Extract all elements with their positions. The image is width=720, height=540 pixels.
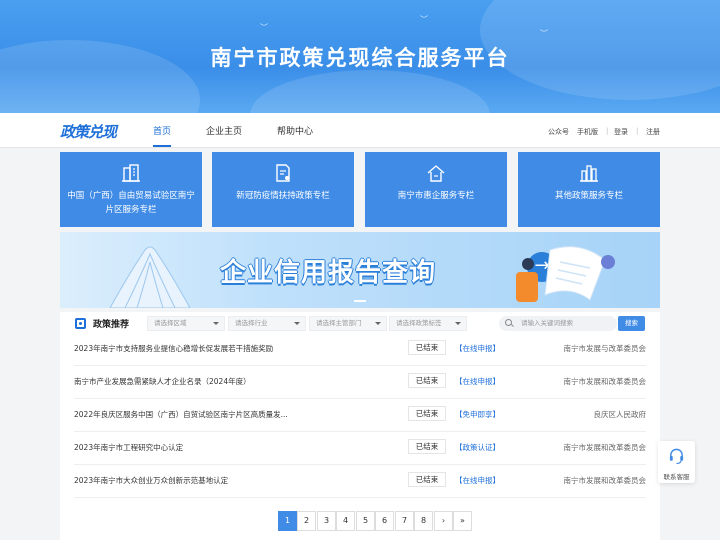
policy-action-link[interactable]: 【免申即享】 xyxy=(455,409,500,420)
link-login[interactable]: 登录 xyxy=(614,127,628,137)
nav-item-help[interactable]: 帮助中心 xyxy=(277,124,313,137)
card-other-policy[interactable]: 其他政策服务专栏 xyxy=(518,152,660,227)
service-cards: 中国（广西）自由贸易试验区南宁片区服务专栏 新冠防疫情扶持政策专栏 南宁市惠企服… xyxy=(60,152,660,227)
policy-name[interactable]: 2022年良庆区服务中国（广西）自贸试验区南宁片区高质量发... xyxy=(74,409,314,420)
policy-recommend-panel: 政策推荐 请选择区域 请选择行业 请选择主管部门 请选择政策标签 请输入关键词搜… xyxy=(60,312,660,540)
page-button-1[interactable]: 1 xyxy=(278,511,297,531)
table-row[interactable]: 2022年良庆区服务中国（广西）自贸试验区南宁片区高质量发... 已结束 【免申… xyxy=(74,399,646,432)
card-ftz-nanning[interactable]: 中国（广西）自由贸易试验区南宁片区服务专栏 xyxy=(60,152,202,227)
card-label: 南宁市惠企服务专栏 xyxy=(397,191,475,201)
page-button-7[interactable]: 7 xyxy=(395,511,414,531)
table-row[interactable]: 2023年南宁市支持服务业提信心稳增长促发展若干措施奖励 已结束 【在线申报】 … xyxy=(74,333,646,366)
page-button-2[interactable]: 2 xyxy=(297,511,316,531)
card-covid-policy[interactable]: 新冠防疫情扶持政策专栏 xyxy=(212,152,354,227)
section-title: 政策推荐 xyxy=(93,320,130,330)
bird-decoration: ︶ xyxy=(420,15,428,24)
policy-action-link[interactable]: 【政策认证】 xyxy=(455,442,500,453)
card-label: 新冠防疫情扶持政策专栏 xyxy=(236,191,330,201)
last-page-button[interactable]: » xyxy=(453,511,472,531)
status-badge: 已结束 xyxy=(408,340,446,355)
page-button-8[interactable]: 8 xyxy=(414,511,433,531)
city-icon xyxy=(580,165,598,182)
card-label: 中国（广西）自由贸易试验区南宁片区服务专栏 xyxy=(67,191,195,215)
table-row[interactable]: 南宁市产业发展急需紧缺人才企业名录（2024年度） 已结束 【在线申报】 南宁市… xyxy=(74,366,646,399)
department-select[interactable]: 请选择主管部门 xyxy=(309,316,387,331)
industry-select[interactable]: 请选择行业 xyxy=(228,316,306,331)
policy-action-link[interactable]: 【在线申报】 xyxy=(455,475,500,486)
search-button[interactable]: 搜索 xyxy=(618,316,645,331)
active-nav-underline xyxy=(153,145,171,147)
search-input[interactable]: 请输入关键词搜索 xyxy=(499,316,617,331)
policy-department: 良庆区人民政府 xyxy=(593,410,647,419)
next-page-button[interactable]: › xyxy=(434,511,453,531)
policy-name[interactable]: 2023年南宁市大众创业万众创新示范基地认定 xyxy=(74,475,314,486)
headset-icon xyxy=(669,448,684,465)
policy-name[interactable]: 2023年南宁市支持服务业提信心稳增长促发展若干措施奖励 xyxy=(74,343,314,354)
divider: | xyxy=(636,127,639,135)
card-label: 其他政策服务专栏 xyxy=(554,191,623,201)
hero-title: 南宁市政策兑现综合服务平台 xyxy=(210,46,510,70)
recommend-icon xyxy=(75,318,86,329)
page-button-6[interactable]: 6 xyxy=(375,511,394,531)
status-badge: 已结束 xyxy=(408,406,446,421)
policy-tag-select[interactable]: 请选择政策标签 xyxy=(389,316,467,331)
policy-action-link[interactable]: 【在线申报】 xyxy=(455,343,500,354)
table-row[interactable]: 2023年南宁市大众创业万众创新示范基地认定 已结束 【在线申报】 南宁市发展和… xyxy=(74,465,646,498)
policy-name[interactable]: 2023年南宁市工程研究中心认定 xyxy=(74,442,314,453)
stadium-illustration xyxy=(109,246,191,308)
page-button-3[interactable]: 3 xyxy=(317,511,336,531)
divider: | xyxy=(606,127,609,135)
document-icon xyxy=(276,164,290,182)
banner-title: 企业信用报告查询 xyxy=(220,258,437,288)
link-register[interactable]: 注册 xyxy=(646,127,660,137)
customer-service-float[interactable]: 联系客服 xyxy=(658,441,695,483)
policy-action-link[interactable]: 【在线申报】 xyxy=(455,376,500,387)
building-icon xyxy=(122,164,140,182)
search-placeholder: 请输入关键词搜索 xyxy=(521,319,573,327)
policy-department: 南宁市发展与改革委员会 xyxy=(563,344,647,353)
link-wechat[interactable]: 公众号 xyxy=(548,127,569,137)
policy-department: 南宁市发展和改革委员会 xyxy=(563,476,647,485)
home-icon xyxy=(427,165,445,182)
status-badge: 已结束 xyxy=(408,373,446,388)
status-badge: 已结束 xyxy=(408,439,446,454)
page-button-5[interactable]: 5 xyxy=(356,511,375,531)
page-button-4[interactable]: 4 xyxy=(336,511,355,531)
top-nav: 政策兑现 首页 企业主页 帮助中心 公众号 手机版 | 登录 | 注册 xyxy=(0,113,720,148)
bird-decoration: ︶ xyxy=(540,29,548,38)
nav-item-enterprise[interactable]: 企业主页 xyxy=(206,124,242,137)
search-icon xyxy=(505,319,512,326)
carousel-indicator[interactable] xyxy=(354,300,366,302)
nav-item-home[interactable]: 首页 xyxy=(153,124,171,137)
region-select[interactable]: 请选择区域 xyxy=(147,316,225,331)
service-label: 联系客服 xyxy=(663,473,690,481)
policy-department: 南宁市发展和改革委员会 xyxy=(563,443,647,452)
hero-banner: ︶ ︶ ︶ 南宁市政策兑现综合服务平台 xyxy=(0,0,720,113)
bird-decoration: ︶ xyxy=(260,23,268,32)
table-row[interactable]: 2023年南宁市工程研究中心认定 已结束 【政策认证】 南宁市发展和改革委员会 xyxy=(74,432,646,465)
status-badge: 已结束 xyxy=(408,472,446,487)
policy-department: 南宁市发展和改革委员会 xyxy=(563,377,647,386)
link-mobile[interactable]: 手机版 xyxy=(577,127,598,137)
credit-report-banner[interactable]: 企业信用报告查询 → xyxy=(60,232,660,308)
policy-name[interactable]: 南宁市产业发展急需紧缺人才企业名录（2024年度） xyxy=(74,376,314,387)
person-document-illustration xyxy=(516,246,615,302)
site-logo[interactable]: 政策兑现 xyxy=(60,121,117,142)
card-benefit-service[interactable]: 南宁市惠企服务专栏 xyxy=(365,152,507,227)
